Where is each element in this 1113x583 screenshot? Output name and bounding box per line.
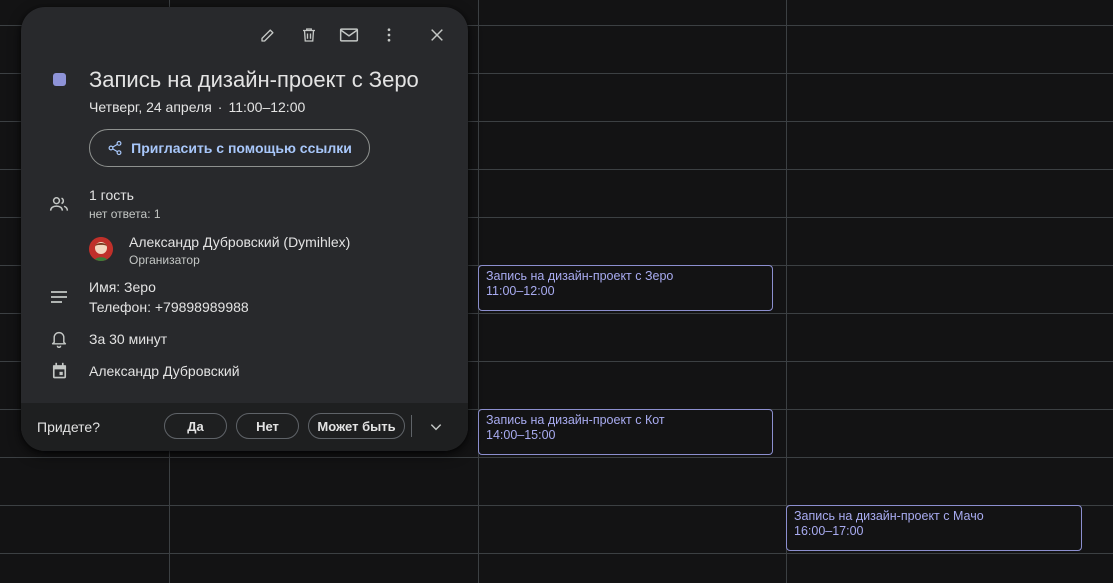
more-vertical-icon — [387, 28, 391, 42]
event-date: Четверг, 24 апреля — [89, 99, 212, 115]
avatar[interactable] — [89, 237, 113, 261]
description-icon — [49, 287, 69, 307]
rsvp-more-button[interactable] — [422, 413, 450, 441]
event-time: 14:00–15:00 — [486, 428, 556, 442]
organizer-role: Организатор — [129, 253, 200, 267]
grid-line — [0, 457, 1113, 458]
rsvp-yes-button[interactable]: Да — [164, 413, 227, 439]
event-title: Запись на дизайн-проект с Кот — [486, 413, 665, 427]
close-button[interactable] — [423, 21, 451, 49]
calendar-icon — [49, 361, 69, 381]
trash-icon — [303, 28, 315, 42]
edit-button[interactable] — [254, 21, 282, 49]
mail-icon — [339, 28, 359, 42]
rsvp-maybe-button[interactable]: Может быть — [308, 413, 405, 439]
more-options-button[interactable] — [375, 21, 403, 49]
event-time: 11:00–12:00 — [228, 99, 306, 115]
share-icon — [108, 140, 122, 156]
rsvp-question: Придете? — [37, 419, 100, 435]
people-icon — [49, 194, 69, 214]
calendar-owner: Александр Дубровский — [89, 363, 240, 379]
calendar-event[interactable]: Запись на дизайн-проект с Зеро 11:00–12:… — [478, 265, 773, 311]
event-time: 16:00–17:00 — [794, 524, 864, 538]
description-name: Имя: Зеро — [89, 279, 156, 295]
close-icon — [431, 29, 443, 41]
description-phone: Телефон: +79898989988 — [89, 299, 249, 315]
email-guests-button[interactable] — [335, 21, 363, 49]
grid-line — [786, 0, 787, 583]
organizer-name: Александр Дубровский (Dymihlex) — [129, 234, 351, 250]
separator-dot: · — [217, 99, 223, 115]
event-title: Запись на дизайн-проект с Зеро — [486, 269, 674, 283]
chevron-down-icon — [430, 424, 442, 431]
bell-icon — [49, 329, 69, 349]
reminder-text: За 30 минут — [89, 331, 168, 347]
pencil-icon — [261, 29, 274, 42]
calendar-event[interactable]: Запись на дизайн-проект с Мачо 16:00–17:… — [786, 505, 1082, 551]
event-time: 11:00–12:00 — [486, 284, 555, 298]
invite-label: Пригласить с помощью ссылки — [131, 140, 352, 156]
grid-line — [0, 553, 1113, 554]
event-details-popup: Запись на дизайн-проект с Зеро Четверг, … — [21, 7, 468, 451]
event-title: Запись на дизайн-проект с Мачо — [794, 509, 984, 523]
divider — [411, 415, 412, 437]
event-color-swatch — [53, 73, 66, 86]
rsvp-no-button[interactable]: Нет — [236, 413, 299, 439]
event-title: Запись на дизайн-проект с Зеро — [89, 67, 419, 92]
event-datetime: Четверг, 24 апреля · 11:00–12:00 — [89, 99, 305, 115]
invite-via-link-button[interactable]: Пригласить с помощью ссылки — [89, 129, 370, 167]
rsvp-bar: Придете? Да Нет Может быть — [21, 403, 468, 451]
calendar-event[interactable]: Запись на дизайн-проект с Кот 14:00–15:0… — [478, 409, 773, 455]
delete-button[interactable] — [295, 21, 323, 49]
guests-status: нет ответа: 1 — [89, 207, 161, 221]
guests-count: 1 гость — [89, 187, 134, 203]
